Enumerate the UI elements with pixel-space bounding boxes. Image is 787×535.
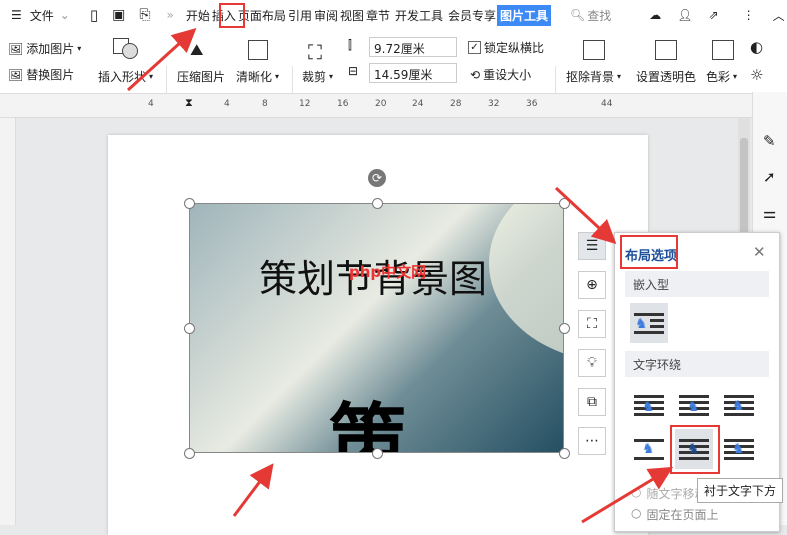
arrow xyxy=(581,466,674,524)
arrow xyxy=(554,186,617,245)
annotation-arrows xyxy=(126,27,674,524)
arrow xyxy=(232,463,274,517)
arrow xyxy=(126,27,197,92)
